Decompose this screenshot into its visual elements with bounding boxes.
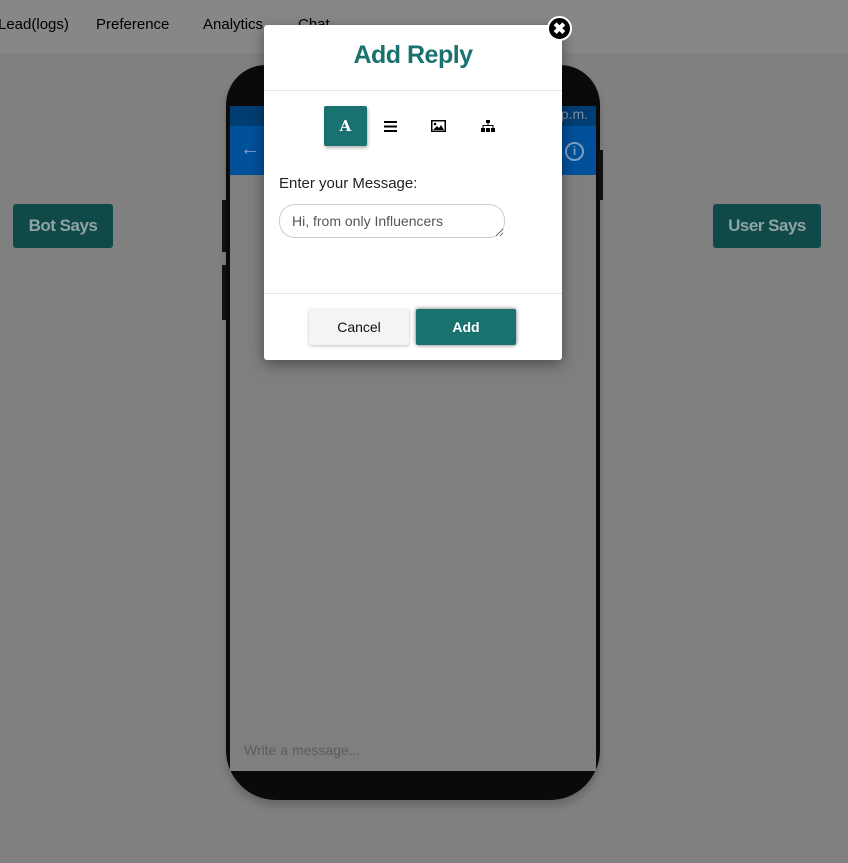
message-label: Enter your Message: [279,175,418,192]
sitemap-icon [480,120,495,132]
modal-title: Add Reply [353,41,473,69]
nav-preference[interactable]: Preference [96,16,169,33]
cancel-button[interactable]: Cancel [309,309,409,345]
flow-tool-button[interactable] [466,106,509,146]
divider [264,90,562,91]
phone-volume-up [222,200,226,252]
bot-says-button[interactable]: Bot Says [13,204,113,248]
nav-lead-logs[interactable]: Lead(logs) [0,16,69,33]
phone-volume-down [222,265,226,320]
add-button[interactable]: Add [416,309,516,345]
list-tool-button[interactable] [369,106,412,146]
list-icon [384,120,397,132]
image-icon [431,120,446,132]
phone-power-key [599,150,603,200]
status-time: p.m. [560,106,588,122]
close-icon[interactable]: ✖ [547,16,572,41]
user-says-button[interactable]: User Says [713,204,821,248]
text-tool-button[interactable]: A [324,106,367,146]
text-icon: A [339,117,352,135]
add-reply-modal: Add Reply A Enter your Message: Hi, from… [264,25,562,360]
message-textarea[interactable]: Hi, from only Influencers [279,204,505,238]
divider [264,293,562,294]
message-input[interactable]: Write a message... [244,742,360,758]
back-arrow-icon[interactable]: ← [240,138,260,161]
image-tool-button[interactable] [417,106,460,146]
nav-analytics[interactable]: Analytics [203,16,263,33]
info-icon[interactable]: i [565,142,584,161]
